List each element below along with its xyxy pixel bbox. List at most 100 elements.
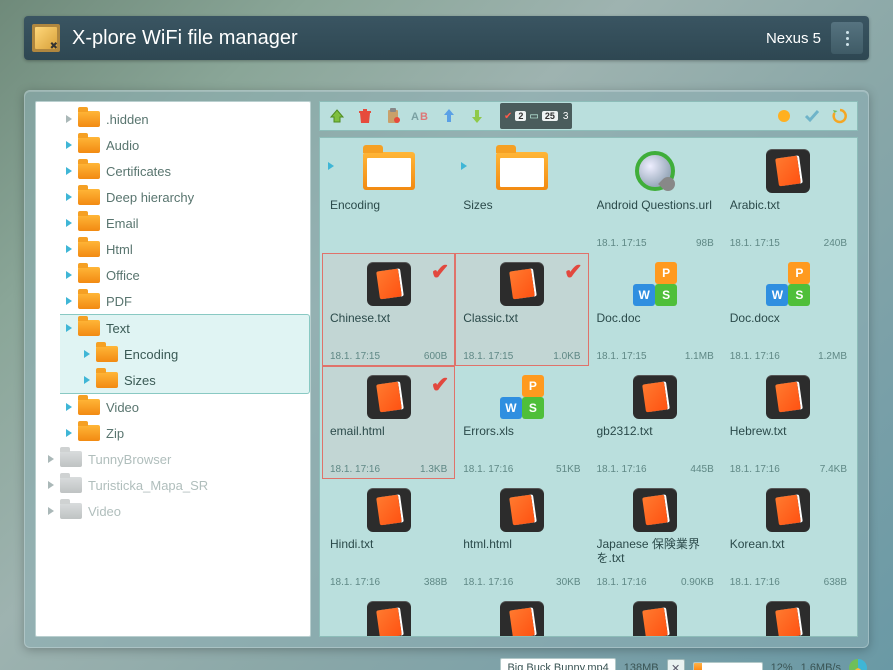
app-title: X-plore WiFi file manager <box>72 27 766 50</box>
svg-text:B: B <box>420 111 428 123</box>
folder-icon <box>60 451 82 467</box>
expand-arrow-icon <box>66 271 72 279</box>
cancel-transfer-button[interactable]: ✕ <box>667 659 685 670</box>
file-cell[interactable]: PWSErrors.xls18.1. 17:1651KB <box>455 366 588 479</box>
text-file-icon <box>760 487 816 533</box>
text-file-icon <box>760 600 816 637</box>
selection-total: 25 <box>542 111 558 121</box>
file-cell[interactable]: email.html18.1. 17:161.3KB✔ <box>322 366 455 479</box>
trash-icon <box>356 107 374 125</box>
expand-arrow-icon <box>48 455 54 463</box>
folder-icon <box>78 320 100 336</box>
file-date: 18.1. 17:16 <box>463 577 513 588</box>
tree-item-selected[interactable]: Text Encoding Sizes <box>60 314 310 394</box>
tree-item[interactable]: Turisticka_Mapa_SR <box>48 472 310 498</box>
file-cell[interactable] <box>455 592 588 637</box>
download-button[interactable] <box>464 103 490 129</box>
confirm-button[interactable] <box>799 103 825 129</box>
url-icon <box>627 148 683 194</box>
file-size: 638B <box>824 577 847 588</box>
file-cell[interactable]: Android Questions.url18.1. 17:1598B <box>589 140 722 253</box>
tree-item[interactable]: PDF <box>66 288 310 314</box>
file-name: html.html <box>463 537 580 551</box>
upload-button[interactable] <box>436 103 462 129</box>
file-cell[interactable]: Classic.txt18.1. 17:151.0KB✔ <box>455 253 588 366</box>
text-file-icon <box>361 374 417 420</box>
text-file-icon <box>494 261 550 307</box>
file-cell[interactable]: PWSDoc.doc18.1. 17:151.1MB <box>589 253 722 366</box>
file-cell[interactable]: Chinese.txt18.1. 17:15600B✔ <box>322 253 455 366</box>
expand-arrow-icon <box>328 162 334 170</box>
check-icon <box>803 107 821 125</box>
up-button[interactable] <box>324 103 350 129</box>
file-size: 1.1MB <box>685 351 714 362</box>
folder-tree[interactable]: .hidden Audio CertificatesDeep hierarchyEm… <box>35 101 311 637</box>
tree-item[interactable]: Encoding <box>84 341 309 367</box>
file-cell[interactable]: Japanese 保険業界を.txt18.1. 17:160.90KB <box>589 479 722 592</box>
file-size: 1.3KB <box>420 464 447 475</box>
file-grid[interactable]: EncodingSizesAndroid Questions.url18.1. … <box>319 137 858 637</box>
tree-item[interactable]: .hidden <box>66 106 310 132</box>
expand-arrow-icon <box>84 350 90 358</box>
file-cell[interactable]: Korean.txt18.1. 17:16638B <box>722 479 855 592</box>
folder-icon <box>78 399 100 415</box>
tree-item[interactable]: Audio <box>66 132 310 158</box>
file-size: 7.4KB <box>820 464 847 475</box>
sun-icon <box>775 107 793 125</box>
file-date: 18.1. 17:16 <box>330 577 380 588</box>
file-cell[interactable] <box>322 592 455 637</box>
clipboard-button[interactable] <box>380 103 406 129</box>
file-cell[interactable]: Hebrew.txt18.1. 17:167.4KB <box>722 366 855 479</box>
tree-item[interactable]: Html <box>66 236 310 262</box>
delete-button[interactable] <box>352 103 378 129</box>
file-cell[interactable]: Encoding <box>322 140 455 253</box>
folder-icon <box>96 372 118 388</box>
tree-item[interactable]: TunnyBrowser <box>48 446 310 472</box>
file-cell[interactable]: Arabic.txt18.1. 17:15240B <box>722 140 855 253</box>
tree-item-label: TunnyBrowser <box>88 452 171 467</box>
tree-item-label: Text <box>106 321 130 336</box>
file-cell[interactable]: PWSDoc.docx18.1. 17:161.2MB <box>722 253 855 366</box>
expand-arrow-icon <box>66 141 72 149</box>
tree-item[interactable]: Email <box>66 210 310 236</box>
tree-item[interactable]: Zip <box>66 420 310 446</box>
file-cell[interactable]: gb2312.txt18.1. 17:16445B <box>589 366 722 479</box>
file-cell[interactable] <box>722 592 855 637</box>
tree-item[interactable]: Certificates <box>66 158 310 184</box>
file-cell[interactable]: html.html18.1. 17:1630KB <box>455 479 588 592</box>
refresh-button[interactable] <box>827 103 853 129</box>
selection-info[interactable]: ✔2 ▭25 3 <box>500 103 572 129</box>
transfer-percent: 12% <box>771 662 793 670</box>
file-size: 51KB <box>556 464 580 475</box>
file-name: Arabic.txt <box>730 198 847 212</box>
tree-item-label: Encoding <box>124 347 178 362</box>
file-cell[interactable]: Sizes <box>455 140 588 253</box>
new-button[interactable] <box>771 103 797 129</box>
folder-icon <box>78 189 100 205</box>
file-name: gb2312.txt <box>597 424 714 438</box>
file-name: Chinese.txt <box>330 311 447 325</box>
file-cell[interactable] <box>589 592 722 637</box>
expand-arrow-icon <box>66 193 72 201</box>
folder-icon <box>78 163 100 179</box>
file-cell[interactable]: Hindi.txt18.1. 17:16388B <box>322 479 455 592</box>
expand-arrow-icon <box>66 403 72 411</box>
file-date: 18.1. 17:15 <box>597 351 647 362</box>
selected-check-icon: ✔ <box>431 259 449 285</box>
tree-item[interactable]: Sizes <box>84 367 309 393</box>
folder-icon <box>78 425 100 441</box>
tree-item[interactable]: Text <box>66 315 309 341</box>
tree-item-label: Audio <box>106 138 139 153</box>
activity-spinner-icon <box>849 659 867 670</box>
file-date: 18.1. 17:15 <box>463 351 513 362</box>
tree-item[interactable]: Video <box>48 498 310 524</box>
transfer-filename: Big Buck Bunny.mp4 <box>500 658 615 670</box>
overflow-menu-button[interactable] <box>831 22 863 54</box>
tree-item-label: Video <box>88 504 121 519</box>
tree-item[interactable]: Deep hierarchy <box>66 184 310 210</box>
tree-item[interactable]: Office <box>66 262 310 288</box>
tree-item-label: Office <box>106 268 140 283</box>
expand-arrow-icon <box>66 245 72 253</box>
tree-item[interactable]: Video <box>66 394 310 420</box>
rename-button[interactable]: AB <box>408 103 434 129</box>
